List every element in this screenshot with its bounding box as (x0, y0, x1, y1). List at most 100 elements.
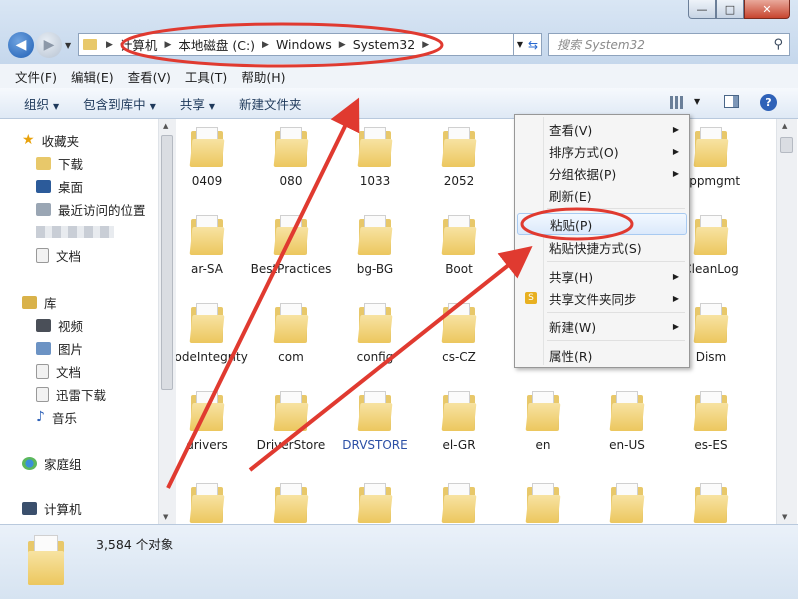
folder-item[interactable]: DriverStore (250, 391, 332, 454)
refresh-icon[interactable]: ⇆ (528, 38, 538, 52)
folder-item[interactable]: es-ES (670, 391, 752, 454)
menu-item-new[interactable]: 新建(W) ▶ (517, 315, 687, 337)
menu-file[interactable]: 文件(F) (8, 67, 64, 86)
folder-item[interactable]: drivers (176, 391, 248, 454)
folder-icon (273, 127, 309, 167)
folder-item[interactable]: config (334, 303, 416, 366)
address-bar[interactable]: ▶ 计算机 ▶ 本地磁盘 (C:) ▶ Windows ▶ System32 ▶ (78, 33, 514, 56)
chevron-right-icon[interactable]: ▶ (161, 40, 174, 50)
menu-separator (547, 208, 685, 209)
search-icon[interactable]: ⚲ (773, 37, 783, 52)
breadcrumb-computer[interactable]: 计算机 (116, 35, 162, 54)
breadcrumb-local-disk[interactable]: 本地磁盘 (C:) (174, 35, 259, 54)
nav-videos[interactable]: 视频 (36, 315, 83, 335)
back-button[interactable]: ◀ (8, 32, 34, 58)
include-in-library-button[interactable]: 包含到库中 ▼ (71, 94, 168, 113)
folder-item[interactable]: el-GR (418, 391, 500, 454)
minimize-button[interactable]: — (688, 0, 716, 19)
folder-item[interactable]: 0409 (176, 127, 248, 190)
search-input[interactable]: 搜索 System32 ⚲ (548, 33, 790, 56)
close-button[interactable]: ✕ (744, 0, 790, 19)
scrollbar-thumb[interactable] (780, 137, 793, 153)
folder-icon (357, 303, 393, 343)
folder-icon (357, 127, 393, 167)
folder-item[interactable] (670, 483, 752, 523)
forward-arrow-icon: ▶ (43, 37, 55, 53)
scrollbar-thumb[interactable] (161, 135, 173, 390)
scroll-down-icon[interactable]: ▼ (163, 513, 168, 521)
menu-view[interactable]: 查看(V) (121, 67, 178, 86)
chevron-right-icon[interactable]: ▶ (336, 40, 349, 50)
nav-label: 下载 (58, 156, 84, 172)
nav-libraries[interactable]: 库 (22, 292, 57, 312)
menu-item-paste-shortcut[interactable]: 粘贴快捷方式(S) (517, 236, 687, 258)
folder-item[interactable] (334, 483, 416, 523)
chevron-right-icon[interactable]: ▶ (259, 40, 272, 50)
new-folder-button[interactable]: 新建文件夹 (227, 94, 314, 113)
nav-music[interactable]: ♪ 音乐 (36, 407, 77, 427)
folder-item[interactable] (586, 483, 668, 523)
menu-item-properties[interactable]: 属性(R) (517, 344, 687, 366)
folder-item[interactable]: 2052 (418, 127, 500, 190)
breadcrumb-system32[interactable]: System32 (349, 37, 420, 52)
chevron-right-icon[interactable]: ▶ (419, 40, 432, 50)
folder-item[interactable]: BestPractices (250, 215, 332, 278)
folder-item[interactable]: Boot (418, 215, 500, 278)
folder-item[interactable]: ar-SA (176, 215, 248, 278)
nav-pictures[interactable]: 图片 (36, 338, 83, 358)
folder-item[interactable]: bg-BG (334, 215, 416, 278)
menu-tools[interactable]: 工具(T) (178, 67, 234, 86)
menu-item-share[interactable]: 共享(H) ▶ (517, 265, 687, 287)
breadcrumb-windows[interactable]: Windows (272, 37, 336, 52)
forward-button[interactable]: ▶ (36, 32, 62, 58)
folder-item[interactable] (418, 483, 500, 523)
folder-label: com (278, 350, 304, 364)
nav-desktop[interactable]: 桌面 (36, 176, 83, 196)
organize-button[interactable]: 组织 ▼ (12, 94, 71, 113)
folder-label: en-US (609, 438, 645, 452)
menu-separator (547, 312, 685, 313)
folder-item[interactable] (502, 483, 584, 523)
help-icon[interactable]: ? (760, 94, 777, 111)
view-dropdown-icon[interactable]: ▼ (694, 97, 700, 106)
menu-edit[interactable]: 编辑(E) (64, 67, 121, 86)
scroll-down-icon[interactable]: ▼ (782, 513, 787, 521)
folder-item[interactable]: 080 (250, 127, 332, 190)
scroll-up-icon[interactable]: ▲ (163, 122, 168, 130)
share-button[interactable]: 共享 ▼ (168, 94, 227, 113)
menu-item-paste[interactable]: 粘贴(P) (517, 213, 687, 235)
nav-recent-places[interactable]: 最近访问的位置 (36, 199, 146, 219)
scroll-up-icon[interactable]: ▲ (782, 122, 787, 130)
folder-item[interactable]: com (250, 303, 332, 366)
content-scrollbar[interactable]: ▲ ▼ (776, 119, 797, 524)
nav-documents[interactable]: 文档 (36, 361, 81, 381)
folder-item[interactable] (176, 483, 248, 523)
menu-item-refresh[interactable]: 刷新(E) (517, 184, 687, 206)
preview-pane-icon[interactable] (724, 95, 739, 108)
nav-computer[interactable]: 计算机 (22, 498, 82, 518)
menu-help[interactable]: 帮助(H) (234, 67, 292, 86)
folder-item[interactable]: en-US (586, 391, 668, 454)
navigation-scrollbar[interactable]: ▲ ▼ (158, 119, 176, 524)
view-options-icon[interactable] (670, 96, 683, 109)
folder-item[interactable]: 1033 (334, 127, 416, 190)
folder-item[interactable]: DRVSTORE (334, 391, 416, 454)
folder-item[interactable] (250, 483, 332, 523)
menu-item-group-by[interactable]: 分组依据(P) ▶ (517, 162, 687, 184)
menu-item-sync[interactable]: S 共享文件夹同步 ▶ (517, 287, 687, 309)
maximize-button[interactable]: □ (716, 0, 744, 19)
nav-documents-favorite[interactable]: 文档 (36, 245, 81, 265)
dropdown-icon[interactable]: ▼ (517, 40, 523, 49)
nav-favorites[interactable]: ★ 收藏夹 (22, 130, 79, 150)
menu-item-view[interactable]: 查看(V) ▶ (517, 118, 687, 140)
folder-item[interactable]: cs-CZ (418, 303, 500, 366)
recent-pages-dropdown-icon[interactable]: ▼ (65, 41, 71, 50)
nav-downloads[interactable]: 下载 (36, 153, 83, 173)
folder-item[interactable]: en (502, 391, 584, 454)
menu-item-sort[interactable]: 排序方式(O) ▶ (517, 140, 687, 162)
nav-xunlei-downloads[interactable]: 迅雷下载 (36, 384, 106, 404)
folder-icon (83, 39, 97, 50)
nav-blurred-item[interactable] (36, 222, 114, 242)
folder-item[interactable]: CodeIntegrity (176, 303, 248, 366)
nav-homegroup[interactable]: 家庭组 (22, 453, 82, 473)
